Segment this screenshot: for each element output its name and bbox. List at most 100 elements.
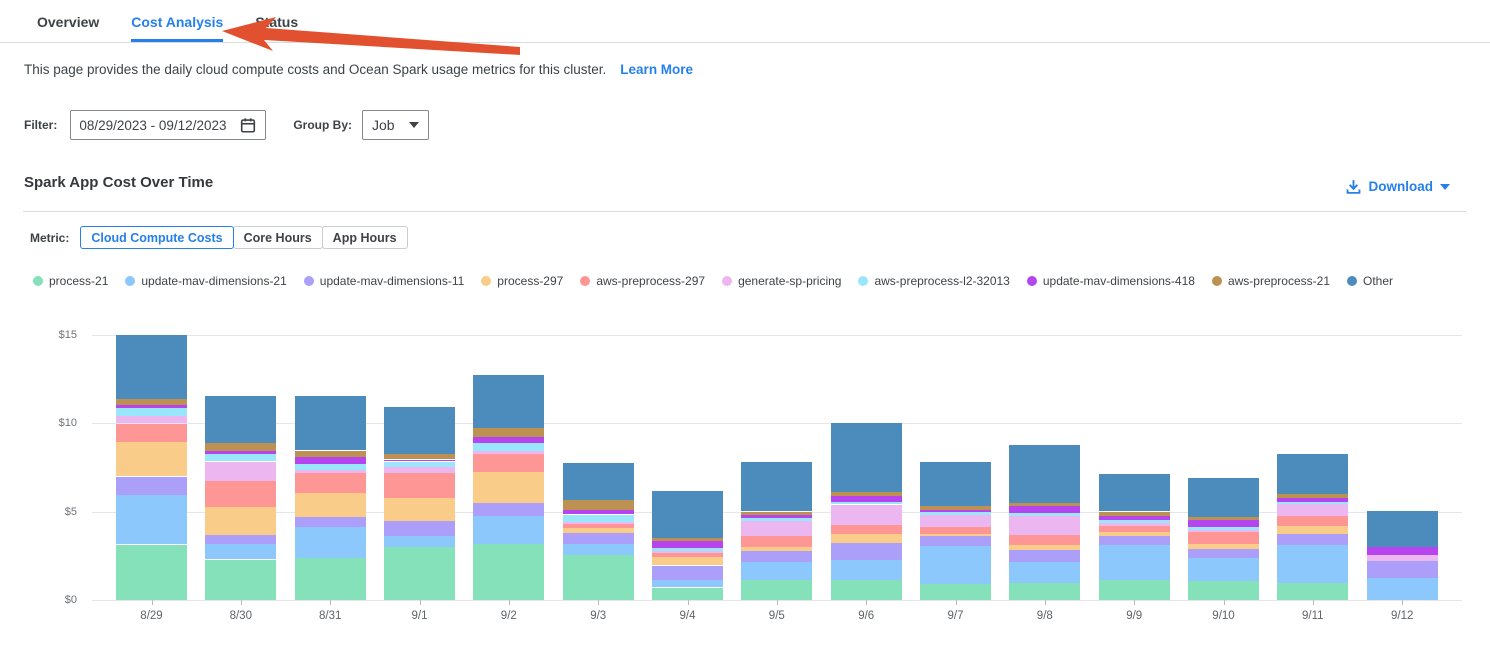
bar-9/4-process-297[interactable] xyxy=(652,557,723,565)
legend-item-update-mav-dimensions-418[interactable]: update-mav-dimensions-418 xyxy=(1027,274,1195,288)
bar-8/29-process-297[interactable] xyxy=(116,442,187,477)
bar-9/9-other[interactable] xyxy=(1099,474,1170,511)
bar-9/1-aws-preprocess-297[interactable] xyxy=(384,473,455,498)
bar-9/4-aws-preprocess-21[interactable] xyxy=(652,538,723,542)
tab-cost-analysis[interactable]: Cost Analysis xyxy=(131,0,223,42)
bar-9/12-update-mav-dimensions-418[interactable] xyxy=(1367,547,1438,555)
bar-9/10-update-mav-dimensions-418[interactable] xyxy=(1188,520,1259,527)
bar-8/29-process-21[interactable] xyxy=(116,545,187,601)
bar-8/31-process-297[interactable] xyxy=(295,493,366,517)
bar-9/4-update-mav-dimensions-11[interactable] xyxy=(652,566,723,580)
bar-8/31-aws-preprocess-l2-32013[interactable] xyxy=(295,464,366,470)
bar-9/7-update-mav-dimensions-11[interactable] xyxy=(920,536,991,546)
legend-item-aws-preprocess-l2-32013[interactable]: aws-preprocess-l2-32013 xyxy=(858,274,1009,288)
bar-9/12-other[interactable] xyxy=(1367,511,1438,547)
bar-9/7-process-21[interactable] xyxy=(920,584,991,600)
bar-9/10-update-mav-dimensions-11[interactable] xyxy=(1188,549,1259,558)
bar-9/8-update-mav-dimensions-21[interactable] xyxy=(1009,562,1080,583)
legend-item-other[interactable]: Other xyxy=(1347,274,1393,288)
bar-9/8-process-297[interactable] xyxy=(1009,545,1080,550)
bar-9/8-other[interactable] xyxy=(1009,445,1080,503)
bar-9/1-other[interactable] xyxy=(384,407,455,454)
legend-item-aws-preprocess-297[interactable]: aws-preprocess-297 xyxy=(580,274,705,288)
bar-8/30-other[interactable] xyxy=(205,396,276,444)
legend-item-update-mav-dimensions-21[interactable]: update-mav-dimensions-21 xyxy=(125,274,286,288)
bar-9/1-aws-preprocess-21[interactable] xyxy=(384,454,455,460)
bar-9/3-update-mav-dimensions-418[interactable] xyxy=(563,510,634,515)
bar-9/9-process-297[interactable] xyxy=(1099,532,1170,536)
bar-9/9-update-mav-dimensions-21[interactable] xyxy=(1099,545,1170,581)
bar-8/29-other[interactable] xyxy=(116,335,187,400)
legend-item-generate-sp-pricing[interactable]: generate-sp-pricing xyxy=(722,274,841,288)
date-range-picker[interactable]: 08/29/2023 - 09/12/2023 xyxy=(70,110,266,140)
bar-9/4-update-mav-dimensions-418[interactable] xyxy=(652,541,723,548)
bar-9/5-update-mav-dimensions-418[interactable] xyxy=(741,515,812,517)
bar-9/10-process-297[interactable] xyxy=(1188,544,1259,549)
bar-9/8-update-mav-dimensions-418[interactable] xyxy=(1009,506,1080,513)
bar-9/8-process-21[interactable] xyxy=(1009,583,1080,600)
bar-9/4-other[interactable] xyxy=(652,491,723,538)
bar-9/10-generate-sp-pricing[interactable] xyxy=(1188,530,1259,532)
bar-8/31-update-mav-dimensions-21[interactable] xyxy=(295,527,366,558)
bar-9/2-aws-preprocess-21[interactable] xyxy=(473,428,544,437)
bar-9/10-aws-preprocess-l2-32013[interactable] xyxy=(1188,527,1259,530)
bar-8/31-update-mav-dimensions-418[interactable] xyxy=(295,457,366,463)
bar-9/1-aws-preprocess-l2-32013[interactable] xyxy=(384,462,455,467)
bar-8/31-other[interactable] xyxy=(295,396,366,450)
bar-9/2-update-mav-dimensions-11[interactable] xyxy=(473,503,544,516)
bar-9/10-other[interactable] xyxy=(1188,478,1259,517)
bar-9/11-generate-sp-pricing[interactable] xyxy=(1277,504,1348,516)
bar-9/5-process-297[interactable] xyxy=(741,547,812,552)
bar-9/2-update-mav-dimensions-21[interactable] xyxy=(473,516,544,544)
bar-9/4-update-mav-dimensions-21[interactable] xyxy=(652,580,723,588)
bar-9/4-generate-sp-pricing[interactable] xyxy=(652,551,723,553)
bar-9/10-aws-preprocess-21[interactable] xyxy=(1188,517,1259,521)
bar-9/7-aws-preprocess-297[interactable] xyxy=(920,527,991,534)
bar-8/31-generate-sp-pricing[interactable] xyxy=(295,470,366,473)
bar-8/29-aws-preprocess-21[interactable] xyxy=(116,399,187,405)
bar-9/6-aws-preprocess-l2-32013[interactable] xyxy=(831,502,902,505)
bar-8/30-aws-preprocess-21[interactable] xyxy=(205,443,276,451)
bar-9/6-aws-preprocess-21[interactable] xyxy=(831,492,902,496)
bar-9/9-generate-sp-pricing[interactable] xyxy=(1099,523,1170,526)
bar-8/31-aws-preprocess-21[interactable] xyxy=(295,451,366,458)
bar-9/8-aws-preprocess-297[interactable] xyxy=(1009,535,1080,545)
bar-9/3-update-mav-dimensions-11[interactable] xyxy=(563,533,634,545)
bar-9/6-update-mav-dimensions-21[interactable] xyxy=(831,560,902,580)
bar-9/2-other[interactable] xyxy=(473,375,544,428)
bar-9/7-aws-preprocess-l2-32013[interactable] xyxy=(920,512,991,515)
bar-8/29-aws-preprocess-l2-32013[interactable] xyxy=(116,408,187,416)
legend-item-aws-preprocess-21[interactable]: aws-preprocess-21 xyxy=(1212,274,1330,288)
bar-9/8-update-mav-dimensions-11[interactable] xyxy=(1009,550,1080,562)
bar-9/8-aws-preprocess-l2-32013[interactable] xyxy=(1009,513,1080,517)
bar-9/5-update-mav-dimensions-11[interactable] xyxy=(741,551,812,562)
tab-overview[interactable]: Overview xyxy=(37,0,99,42)
bar-9/4-aws-preprocess-297[interactable] xyxy=(652,553,723,557)
bar-9/7-other[interactable] xyxy=(920,462,991,506)
bar-8/29-generate-sp-pricing[interactable] xyxy=(116,416,187,424)
bar-8/30-update-mav-dimensions-418[interactable] xyxy=(205,451,276,454)
bar-9/1-update-mav-dimensions-11[interactable] xyxy=(384,521,455,536)
bar-9/9-aws-preprocess-l2-32013[interactable] xyxy=(1099,520,1170,523)
bar-8/31-update-mav-dimensions-11[interactable] xyxy=(295,517,366,528)
bar-9/10-aws-preprocess-297[interactable] xyxy=(1188,532,1259,544)
bar-9/11-aws-preprocess-297[interactable] xyxy=(1277,516,1348,526)
legend-item-update-mav-dimensions-11[interactable]: update-mav-dimensions-11 xyxy=(304,274,465,288)
bar-9/9-aws-preprocess-297[interactable] xyxy=(1099,526,1170,532)
bar-9/11-aws-preprocess-l2-32013[interactable] xyxy=(1277,502,1348,504)
bar-9/3-generate-sp-pricing[interactable] xyxy=(563,522,634,524)
bar-9/2-generate-sp-pricing[interactable] xyxy=(473,451,544,454)
bar-9/9-process-21[interactable] xyxy=(1099,580,1170,600)
bar-9/2-aws-preprocess-297[interactable] xyxy=(473,454,544,473)
bar-8/31-aws-preprocess-297[interactable] xyxy=(295,473,366,493)
bar-9/3-aws-preprocess-297[interactable] xyxy=(563,524,634,528)
bar-9/1-update-mav-dimensions-21[interactable] xyxy=(384,536,455,547)
bar-8/30-aws-preprocess-l2-32013[interactable] xyxy=(205,454,276,462)
bar-9/2-process-297[interactable] xyxy=(473,472,544,503)
bar-9/2-process-21[interactable] xyxy=(473,544,544,600)
bar-9/6-update-mav-dimensions-11[interactable] xyxy=(831,543,902,560)
bar-9/3-process-21[interactable] xyxy=(563,555,634,600)
bar-9/6-other[interactable] xyxy=(831,423,902,492)
bar-9/5-generate-sp-pricing[interactable] xyxy=(741,521,812,536)
bar-9/12-update-mav-dimensions-21[interactable] xyxy=(1367,578,1438,600)
